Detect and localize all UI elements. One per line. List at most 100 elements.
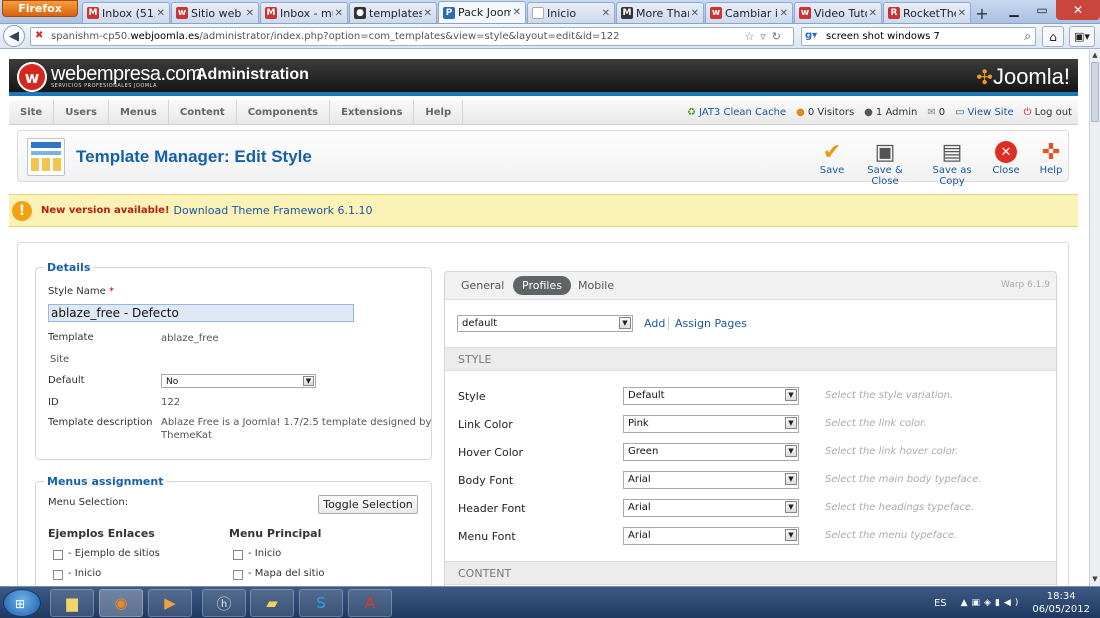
media-player-icon[interactable]: ▶ bbox=[148, 589, 192, 617]
menu-font-select[interactable]: Arial ▼ bbox=[623, 527, 799, 545]
setting-label: Style bbox=[458, 390, 486, 403]
menu-item-label: - Inicio bbox=[248, 548, 282, 559]
tab-close-icon[interactable]: ✕ bbox=[602, 8, 610, 19]
browser-tab[interactable]: MMore Than 31...✕ bbox=[616, 2, 704, 23]
new-tab-button[interactable]: + bbox=[972, 3, 992, 23]
browser-tab[interactable]: MInbox - musta...✕ bbox=[260, 2, 348, 23]
hover-color-select[interactable]: Green ▼ bbox=[623, 443, 799, 461]
default-select[interactable]: No ▼ bbox=[161, 374, 316, 388]
save-button[interactable]: ✔ Save bbox=[818, 139, 846, 177]
link-color-select[interactable]: Pink ▼ bbox=[623, 415, 799, 433]
dropdown-arrow-icon: ▼ bbox=[619, 317, 631, 329]
menu-users[interactable]: Users bbox=[54, 99, 109, 125]
tab-close-icon[interactable]: ✕ bbox=[958, 8, 966, 19]
minimize-icon[interactable]: ▁ bbox=[1000, 0, 1028, 20]
assign-pages-link[interactable]: Assign Pages bbox=[675, 317, 747, 330]
dropdown-arrow-icon[interactable]: ▿ bbox=[760, 30, 772, 43]
tab-close-icon[interactable]: ✕ bbox=[780, 8, 788, 19]
tab-close-icon[interactable]: ✕ bbox=[335, 8, 343, 19]
tab-close-icon[interactable]: ✕ bbox=[513, 7, 521, 18]
tab-close-icon[interactable]: ✕ bbox=[246, 8, 254, 19]
menu-item-checkbox[interactable] bbox=[53, 570, 63, 580]
tab-mobile[interactable]: Mobile bbox=[569, 276, 623, 295]
body-font-select[interactable]: Arial ▼ bbox=[623, 471, 799, 489]
tray-app-icon[interactable]: ▣ bbox=[972, 598, 985, 608]
skype-icon[interactable]: S bbox=[299, 589, 343, 617]
site-icon: P bbox=[443, 6, 455, 19]
bookmark-star-icon[interactable]: ☆ bbox=[744, 30, 760, 43]
network-icon[interactable]: ▮ bbox=[995, 598, 1004, 608]
style-select[interactable]: Default ▼ bbox=[623, 387, 799, 405]
id-label: ID bbox=[48, 397, 59, 408]
menu-item-checkbox[interactable] bbox=[233, 570, 243, 580]
search-icon[interactable]: ⌕ bbox=[1024, 29, 1031, 44]
explorer-icon[interactable]: ▆ bbox=[50, 589, 94, 617]
home-icon[interactable]: ⌂ bbox=[1042, 26, 1064, 47]
language-indicator[interactable]: ES bbox=[934, 598, 947, 609]
webempresa-logo[interactable]: w webempresa.com SERVICIOS PROFESIONALES… bbox=[17, 62, 202, 92]
windows-logo-icon: ⊞ bbox=[15, 597, 26, 611]
save-copy-button[interactable]: ▤ Save as Copy bbox=[922, 139, 982, 188]
volume-icon[interactable]: ◀) bbox=[1004, 598, 1022, 608]
tray-app-icon[interactable]: ◈ bbox=[984, 598, 995, 608]
tab-general[interactable]: General bbox=[452, 276, 513, 295]
menu-help[interactable]: Help bbox=[414, 99, 464, 125]
menu-components[interactable]: Components bbox=[237, 99, 331, 125]
browser-tab[interactable]: ●templates-de...✕ bbox=[349, 2, 437, 23]
firefox-menu-button[interactable]: Firefox bbox=[2, 0, 78, 17]
scroll-up-icon[interactable]: ▲ bbox=[1091, 51, 1099, 61]
search-field[interactable]: g▾ screen shot windows 7 ⌕ bbox=[801, 27, 1036, 46]
download-framework-link[interactable]: Download Theme Framework 6.1.10 bbox=[174, 204, 373, 217]
adobe-reader-icon[interactable]: A bbox=[348, 589, 392, 617]
profile-select[interactable]: default ▼ bbox=[457, 315, 633, 332]
clock[interactable]: 18:34 06/05/2012 bbox=[1032, 590, 1090, 616]
maximize-icon[interactable]: ▭ bbox=[1028, 0, 1056, 20]
show-hidden-icon[interactable]: ▲ bbox=[961, 598, 972, 608]
close-button[interactable]: ✕ Close bbox=[992, 139, 1020, 176]
browser-tab[interactable]: MInbox (513) - ...✕ bbox=[82, 2, 170, 23]
header-font-select[interactable]: Arial ▼ bbox=[623, 499, 799, 517]
add-profile-link[interactable]: Add bbox=[644, 317, 665, 330]
start-button[interactable]: ⊞ bbox=[3, 589, 41, 617]
browser-tab[interactable]: wSitio web Joo...✕ bbox=[171, 2, 259, 23]
save-close-button[interactable]: ▣ Save & Close bbox=[857, 139, 913, 188]
browser-tab-active[interactable]: PPack Joom...✕ bbox=[438, 1, 526, 23]
github-icon: ● bbox=[354, 7, 366, 19]
save-icon: ▣ bbox=[874, 139, 896, 165]
url-bar[interactable]: ✖ spanishm-cp50. webjoomla.es/administrat… bbox=[30, 27, 794, 46]
dropdown-arrow-icon: ▼ bbox=[785, 445, 797, 457]
clean-cache-link[interactable]: ♻ JAT3 Clean Cache bbox=[687, 107, 786, 118]
browser-tab[interactable]: Inicio ✕ bbox=[527, 2, 615, 23]
hp-icon[interactable]: ⓗ bbox=[202, 589, 246, 617]
browser-tab[interactable]: RRocketTheme...✕ bbox=[883, 2, 971, 23]
menu-item-checkbox[interactable] bbox=[233, 550, 243, 560]
tab-profiles[interactable]: Profiles bbox=[513, 276, 571, 295]
tab-close-icon[interactable]: ✕ bbox=[157, 8, 165, 19]
scrollbar-thumb[interactable] bbox=[1091, 62, 1099, 122]
menu-item-checkbox[interactable] bbox=[53, 550, 63, 560]
tab-close-icon[interactable]: ✕ bbox=[424, 8, 432, 19]
firefox-icon[interactable]: ◉ bbox=[99, 589, 143, 617]
id-value: 122 bbox=[161, 397, 181, 408]
tab-close-icon[interactable]: ✕ bbox=[869, 8, 877, 19]
toggle-selection-button[interactable]: Toggle Selection bbox=[318, 495, 418, 514]
menu-site[interactable]: Site bbox=[9, 99, 55, 125]
help-button[interactable]: ✜ Help bbox=[1038, 139, 1064, 177]
tab-close-icon[interactable]: ✕ bbox=[691, 8, 699, 19]
menu-menus[interactable]: Menus bbox=[109, 99, 169, 125]
bookmarks-menu-icon[interactable]: ▣▾ bbox=[1069, 26, 1095, 47]
browser-tab[interactable]: wVideo Tutorial...✕ bbox=[794, 2, 882, 23]
folder-icon[interactable]: ▰ bbox=[250, 589, 294, 617]
menu-extensions[interactable]: Extensions bbox=[330, 99, 415, 125]
reload-icon[interactable]: ↻ bbox=[772, 30, 787, 43]
scroll-down-icon[interactable]: ▼ bbox=[1091, 575, 1099, 585]
messages-status[interactable]: ✉ 0 bbox=[927, 107, 945, 118]
window-close-icon[interactable]: ✕ bbox=[1056, 0, 1100, 20]
view-site-link[interactable]: ▭ View Site bbox=[955, 107, 1014, 118]
logout-link[interactable]: ⏻ Log out bbox=[1024, 107, 1072, 118]
page-scrollbar[interactable]: ▲ ▼ bbox=[1089, 50, 1100, 586]
browser-tab[interactable]: wCambiar idio...✕ bbox=[705, 2, 793, 23]
menu-content[interactable]: Content bbox=[169, 99, 237, 125]
back-arrow-icon[interactable]: ◀ bbox=[3, 25, 25, 47]
style-name-input[interactable]: ablaze_free - Defecto bbox=[48, 304, 354, 322]
